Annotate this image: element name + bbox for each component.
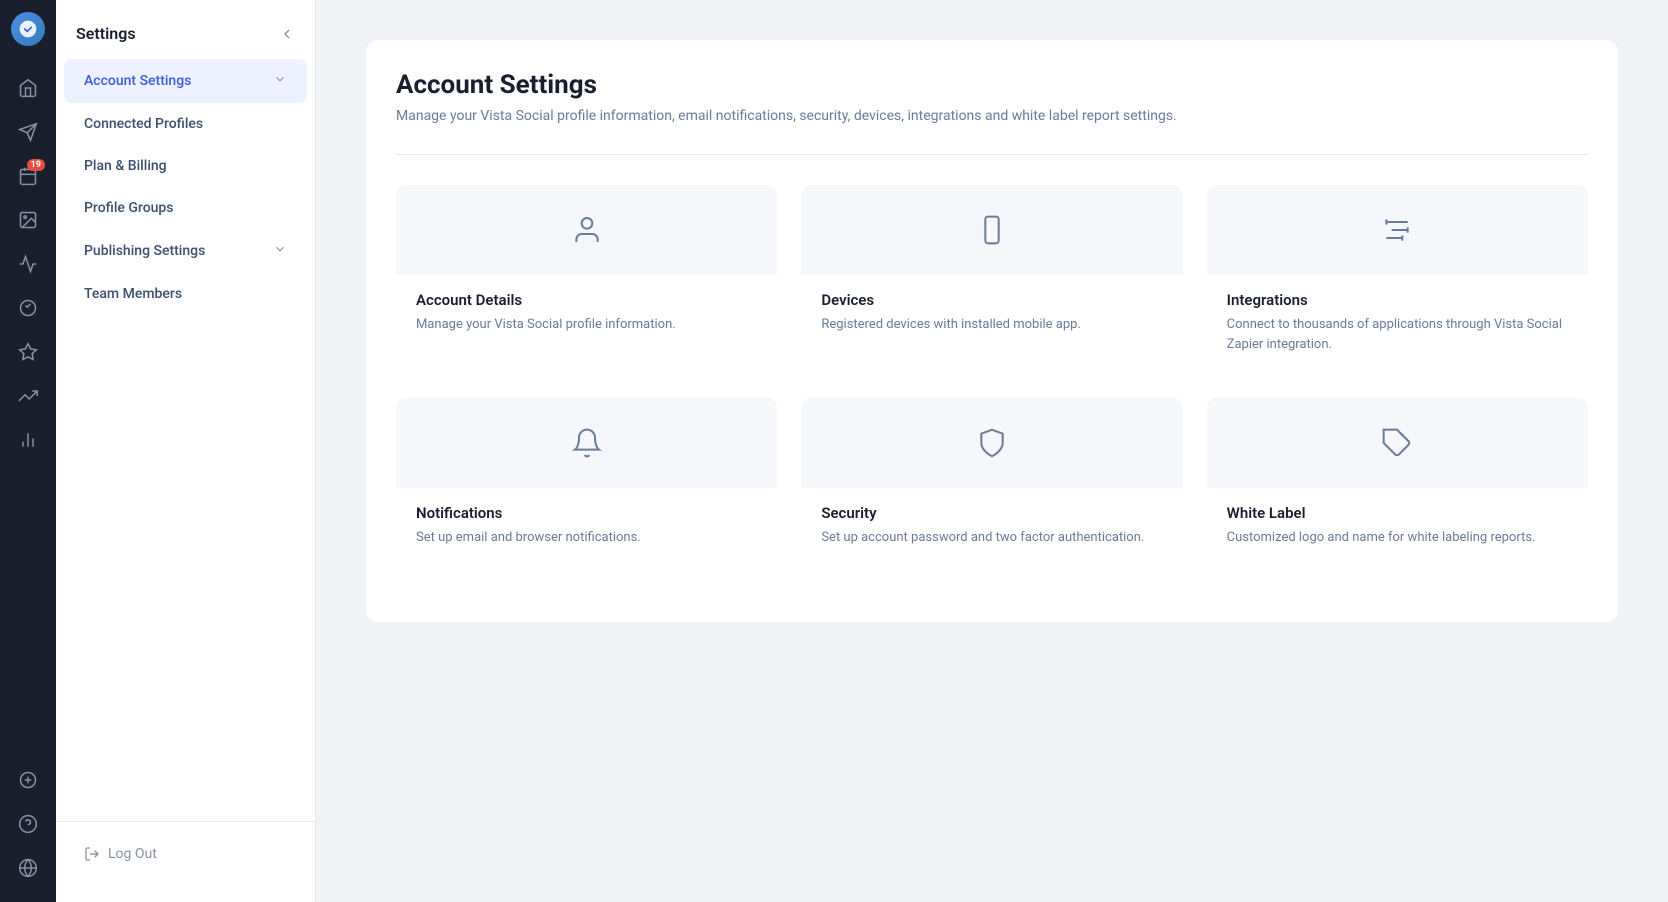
card-title-devices: Devices bbox=[821, 291, 1162, 309]
card-white-label[interactable]: White Label Customized logo and name for… bbox=[1207, 398, 1588, 568]
sidebar-item-publishing-settings[interactable]: Publishing Settings bbox=[64, 229, 307, 273]
card-desc-white-label: Customized logo and name for white label… bbox=[1227, 528, 1568, 548]
content-wrapper: Account Settings Manage your Vista Socia… bbox=[366, 40, 1618, 622]
nav-waveform[interactable] bbox=[9, 289, 47, 327]
card-security[interactable]: Security Set up account password and two… bbox=[801, 398, 1182, 568]
chevron-down-icon bbox=[273, 72, 287, 90]
tag-icon-area bbox=[1207, 398, 1588, 488]
card-title-integrations: Integrations bbox=[1227, 291, 1568, 309]
nav-add[interactable] bbox=[9, 761, 47, 799]
card-body-security: Security Set up account password and two… bbox=[801, 488, 1182, 568]
card-notifications[interactable]: Notifications Set up email and browser n… bbox=[396, 398, 777, 568]
logout-button[interactable]: Log Out bbox=[76, 838, 295, 870]
card-desc-integrations: Connect to thousands of applications thr… bbox=[1227, 315, 1568, 354]
card-desc-devices: Registered devices with installed mobile… bbox=[821, 315, 1162, 335]
nav-bar-chart[interactable] bbox=[9, 421, 47, 459]
card-body-integrations: Integrations Connect to thousands of app… bbox=[1207, 275, 1588, 374]
calendar-badge: 19 bbox=[27, 159, 45, 171]
logout-icon bbox=[84, 846, 100, 862]
sliders-icon-area bbox=[1207, 185, 1588, 275]
card-title-account-details: Account Details bbox=[416, 291, 757, 309]
card-desc-account-details: Manage your Vista Social profile informa… bbox=[416, 315, 757, 335]
sidebar-collapse-button[interactable] bbox=[279, 26, 295, 42]
chevron-down-icon-publishing bbox=[273, 242, 287, 260]
sidebar-item-account-settings[interactable]: Account Settings bbox=[64, 59, 307, 103]
card-body-devices: Devices Registered devices with installe… bbox=[801, 275, 1182, 355]
mobile-icon-area bbox=[801, 185, 1182, 275]
card-desc-notifications: Set up email and browser notifications. bbox=[416, 528, 757, 548]
nav-home[interactable] bbox=[9, 69, 47, 107]
content-divider bbox=[396, 154, 1588, 155]
card-account-details[interactable]: Account Details Manage your Vista Social… bbox=[396, 185, 777, 374]
sidebar-footer: Log Out bbox=[56, 821, 315, 886]
main-content: Account Settings Manage your Vista Socia… bbox=[316, 0, 1668, 902]
sidebar-title: Settings bbox=[76, 24, 136, 43]
nav-globe[interactable] bbox=[9, 849, 47, 887]
page-subtitle: Manage your Vista Social profile informa… bbox=[396, 108, 1588, 124]
nav-star[interactable] bbox=[9, 333, 47, 371]
card-desc-security: Set up account password and two factor a… bbox=[821, 528, 1162, 548]
card-title-notifications: Notifications bbox=[416, 504, 757, 522]
sidebar-item-team-members[interactable]: Team Members bbox=[64, 273, 307, 315]
sidebar-item-plan-billing[interactable]: Plan & Billing bbox=[64, 145, 307, 187]
icon-nav: 19 bbox=[0, 0, 56, 902]
user-icon-area bbox=[396, 185, 777, 275]
shield-icon-area bbox=[801, 398, 1182, 488]
sidebar-item-profile-groups[interactable]: Profile Groups bbox=[64, 187, 307, 229]
card-title-security: Security bbox=[821, 504, 1162, 522]
sidebar: Settings Account Settings Connected Prof… bbox=[56, 0, 316, 902]
settings-cards-grid: Account Details Manage your Vista Social… bbox=[396, 185, 1588, 568]
card-body-account-details: Account Details Manage your Vista Social… bbox=[396, 275, 777, 355]
nav-analytics[interactable] bbox=[9, 245, 47, 283]
nav-send[interactable] bbox=[9, 113, 47, 151]
nav-trending[interactable] bbox=[9, 377, 47, 415]
nav-help[interactable] bbox=[9, 805, 47, 843]
bell-icon-area bbox=[396, 398, 777, 488]
sidebar-item-connected-profiles[interactable]: Connected Profiles bbox=[64, 103, 307, 145]
card-integrations[interactable]: Integrations Connect to thousands of app… bbox=[1207, 185, 1588, 374]
card-body-notifications: Notifications Set up email and browser n… bbox=[396, 488, 777, 568]
page-title: Account Settings bbox=[396, 70, 1588, 100]
app-logo[interactable] bbox=[11, 12, 45, 46]
logout-label: Log Out bbox=[108, 846, 157, 862]
nav-calendar[interactable]: 19 bbox=[9, 157, 47, 195]
card-devices[interactable]: Devices Registered devices with installe… bbox=[801, 185, 1182, 374]
card-title-white-label: White Label bbox=[1227, 504, 1568, 522]
card-body-white-label: White Label Customized logo and name for… bbox=[1207, 488, 1588, 568]
sidebar-header: Settings bbox=[56, 16, 315, 59]
sidebar-nav: Account Settings Connected Profiles Plan… bbox=[56, 59, 315, 315]
nav-image[interactable] bbox=[9, 201, 47, 239]
